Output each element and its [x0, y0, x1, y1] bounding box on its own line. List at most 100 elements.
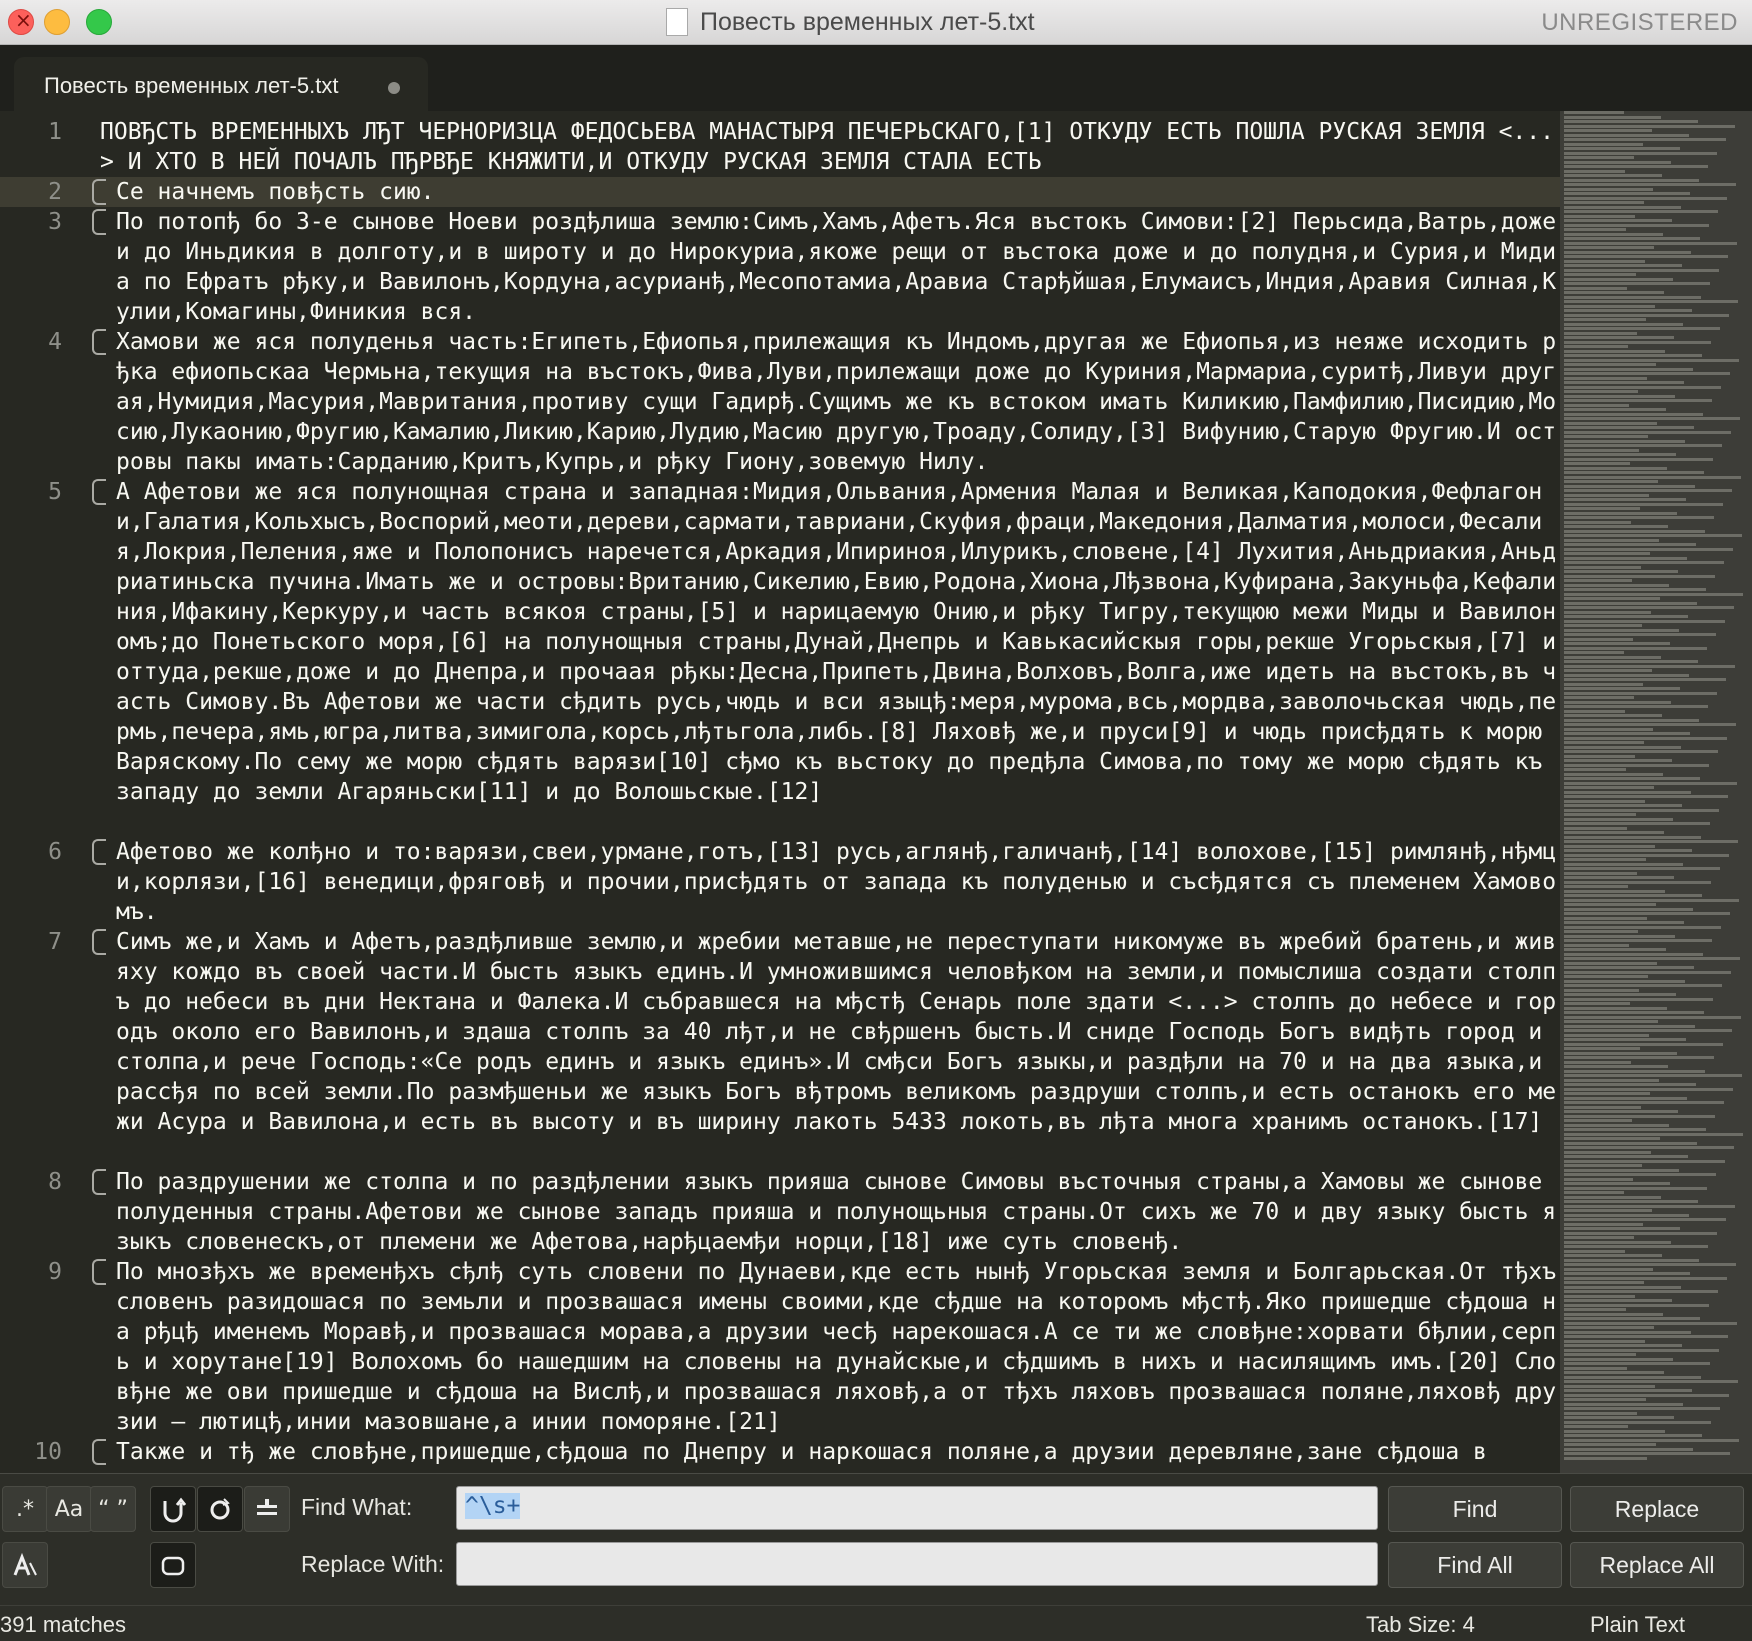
minimap-text-row [1564, 453, 1676, 456]
syntax-selector[interactable]: Plain Text [1590, 1612, 1685, 1638]
minimap-text-row [1564, 871, 1637, 875]
minimap-text-row [1564, 912, 1730, 915]
minimap-text-row [1564, 579, 1632, 582]
text-line[interactable]: Симъ же,и Хамъ и Афетъ,раздђливше землю,… [116, 927, 1560, 1137]
minimap-text-row [1564, 525, 1668, 528]
minimap-text-row [1564, 246, 1654, 249]
minimap-text-row [1564, 700, 1671, 704]
text-line[interactable]: А Афетови же яся полунощная страна и зап… [116, 477, 1560, 807]
minimap-text-row [1564, 858, 1646, 861]
find-input[interactable]: ^\s+ [456, 1486, 1378, 1530]
minimap-text-row [1564, 853, 1729, 857]
minimap-text-row [1564, 565, 1641, 569]
minimap-text-row [1564, 624, 1642, 627]
minimap-text-row [1564, 921, 1684, 924]
show-context-icon[interactable] [150, 1542, 196, 1588]
tab-size-selector[interactable]: Tab Size: 4 [1366, 1612, 1475, 1638]
minimap-text-row [1564, 975, 1648, 978]
text-line[interactable]: Также и тђ же словђне,пришедше,сђдоша по… [116, 1437, 1560, 1467]
file-tab[interactable]: Повесть временных лет-5.txt [14, 57, 428, 111]
minimap-text-row [1564, 547, 1733, 551]
case-sensitive-toggle[interactable]: Aa [46, 1486, 92, 1532]
minimap-text-row [1564, 795, 1728, 798]
text-line[interactable]: ПОВЂСТЬ ВРЕМЕННЫХЪ ЛЂТ ЧЕРНОРИЗЦА ФЕДОСЬ… [100, 117, 1560, 177]
minimap-text-row [1564, 556, 1687, 560]
tab-bar: Повесть временных лет-5.txt [0, 45, 1752, 111]
text-line[interactable]: По мнозђхъ же временђхъ сђлђ суть словен… [116, 1257, 1560, 1437]
minimap-text-row [1564, 1038, 1686, 1041]
minimap-text-row [1564, 1101, 1724, 1104]
minimap-text-row [1564, 952, 1703, 956]
minimap-text-row [1564, 124, 1735, 128]
minimap-text-row [1564, 1407, 1720, 1410]
text-line[interactable]: По потопђ бо 3-е сынове Ноеви роздђлиша … [116, 207, 1560, 327]
replace-button[interactable]: Replace [1570, 1486, 1744, 1532]
minimap-text-row [1564, 1024, 1695, 1028]
wrap-around-icon[interactable] [150, 1486, 196, 1532]
minimap-text-row [1564, 1321, 1737, 1325]
minimap-text-row [1564, 322, 1683, 326]
minimap-text-row [1564, 363, 1656, 366]
whole-word-toggle[interactable]: “ ” [90, 1486, 136, 1532]
minimap-text-row [1564, 435, 1648, 438]
minimap-text-row [1564, 1141, 1697, 1145]
minimap-text-row [1564, 786, 1654, 789]
minimap-text-row [1564, 1362, 1710, 1365]
minimap-text-row [1564, 390, 1638, 393]
replace-input[interactable] [456, 1542, 1378, 1586]
replace-all-button[interactable]: Replace All [1570, 1542, 1744, 1588]
match-leading-whitespace-marker [92, 209, 106, 235]
minimap-text-row [1564, 736, 1727, 740]
close-window-button[interactable] [8, 8, 34, 35]
minimap-text-row [1564, 1119, 1632, 1122]
minimap-text-row [1564, 669, 1652, 672]
text-line[interactable]: Се начнемъ повђсть сию. [116, 177, 1560, 207]
minimap-text-row [1564, 651, 1624, 654]
editor-area[interactable]: 1 2 3 4 5 6 7 8 9 10 ПОВЂСТЬ ВРЕМЕННЫХЪ ЛЂТ ЧЕРНО… [0, 111, 1752, 1473]
minimap-text-row [1564, 1177, 1633, 1181]
minimap-text-row [1564, 1146, 1734, 1149]
minimap-text-row [1564, 1254, 1662, 1257]
highlight-matches-icon[interactable] [244, 1486, 290, 1532]
minimap-text-row [1564, 228, 1626, 231]
zoom-window-button[interactable] [86, 9, 112, 35]
minimize-window-button[interactable] [44, 9, 70, 35]
minimap-text-row [1564, 1020, 1658, 1023]
minimap-text-row [1564, 979, 1685, 983]
minimap-text-row [1564, 759, 1672, 762]
minimap-text-row [1564, 219, 1672, 222]
minimap-text-row [1564, 318, 1646, 321]
replace-with-label: Replace With: [301, 1551, 445, 1577]
minimap-text-row [1564, 691, 1717, 695]
minimap-text-row [1564, 1312, 1663, 1316]
minimap-text-row [1564, 628, 1679, 632]
minimap-text-row [1564, 232, 1663, 236]
minimap-text-row [1564, 151, 1717, 155]
unsaved-dot-icon[interactable] [388, 82, 400, 94]
minimap-text-row [1564, 1123, 1669, 1127]
regex-toggle[interactable]: .* [2, 1486, 48, 1532]
minimap-text-row [1564, 790, 1691, 794]
code-view[interactable]: ПОВЂСТЬ ВРЕМЕННЫХЪ ЛЂТ ЧЕРНОРИЗЦА ФЕДОСЬ… [92, 111, 1652, 1473]
minimap-text-row [1564, 732, 1690, 735]
find-button[interactable]: Find [1388, 1486, 1562, 1532]
minimap-text-row [1564, 259, 1645, 263]
minimap-text-row [1564, 120, 1698, 123]
minimap-text-row [1564, 1132, 1743, 1136]
in-selection-icon[interactable] [197, 1486, 243, 1532]
text-line[interactable]: Афетово же колђно и то:варязи,свеи,урман… [116, 837, 1560, 927]
minimap-text-row [1564, 138, 1726, 141]
text-line[interactable]: Хамови же яся полуденья часть:Египеть,Еф… [116, 327, 1560, 477]
minimap[interactable] [1560, 111, 1752, 1473]
minimap-text-row [1564, 466, 1667, 470]
find-all-button[interactable]: Find All [1388, 1542, 1562, 1588]
minimap-text-row [1564, 372, 1730, 375]
minimap-text-row [1564, 165, 1708, 168]
minimap-text-row [1564, 1083, 1696, 1086]
minimap-text-row [1564, 849, 1692, 852]
text-line[interactable]: По раздрушении же столпа и по раздђлении… [116, 1167, 1560, 1257]
minimap-text-row [1564, 1015, 1741, 1019]
minimap-text-row [1564, 610, 1651, 614]
preserve-case-icon[interactable] [2, 1542, 48, 1588]
minimap-text-row [1564, 903, 1656, 906]
